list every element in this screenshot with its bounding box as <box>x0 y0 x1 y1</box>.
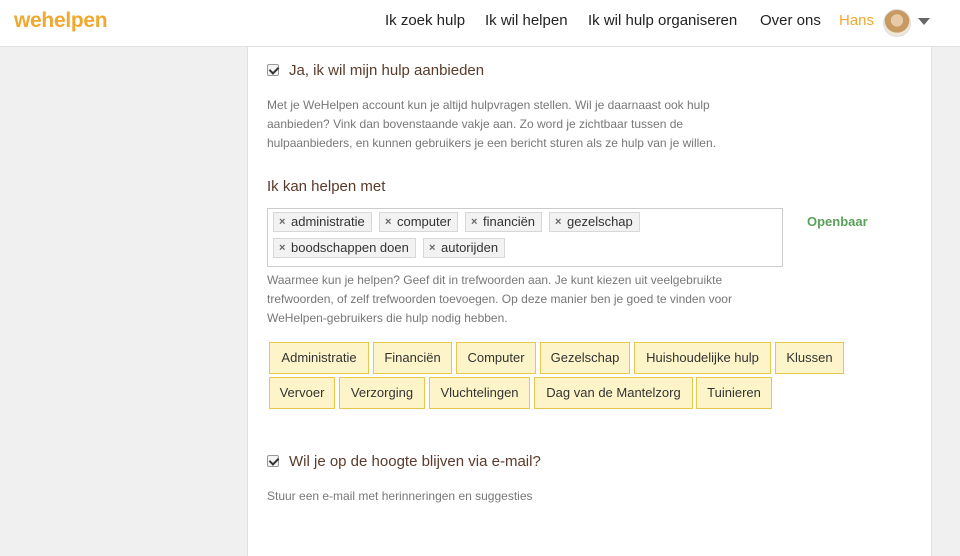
tag-autorijden: × autorijden <box>423 238 506 258</box>
tag-computer: × computer <box>379 212 459 232</box>
remove-tag-icon[interactable]: × <box>429 239 435 257</box>
nav-over-ons[interactable]: Over ons <box>760 12 821 29</box>
tag-administratie: × administratie <box>273 212 372 232</box>
user-name-link[interactable]: Hans <box>839 12 874 29</box>
nav-ik-zoek-hulp[interactable]: Ik zoek hulp <box>385 12 465 29</box>
remove-tag-icon[interactable]: × <box>385 213 391 231</box>
suggestion-vluchtelingen[interactable]: Vluchtelingen <box>429 377 530 409</box>
offer-help-description: Met je WeHelpen account kun je altijd hu… <box>267 98 716 150</box>
main-nav: Ik zoek hulp Ik wil helpen Ik wil hulp o… <box>0 12 960 34</box>
remove-tag-icon[interactable]: × <box>279 213 285 231</box>
offer-help-label[interactable]: Ja, ik wil mijn hulp aanbieden <box>289 62 484 79</box>
nav-ik-wil-hulp-organiseren[interactable]: Ik wil hulp organiseren <box>588 12 737 29</box>
suggestion-vervoer[interactable]: Vervoer <box>269 377 335 409</box>
top-navigation-bar: wehelpen Ik zoek hulp Ik wil helpen Ik w… <box>0 0 960 47</box>
email-updates-label[interactable]: Wil je op de hoogte blijven via e-mail? <box>289 453 541 470</box>
suggestion-dag-van-de-mantelzorg[interactable]: Dag van de Mantelzorg <box>534 377 693 409</box>
suggestion-gezelschap[interactable]: Gezelschap <box>540 342 630 374</box>
suggestion-financien[interactable]: Financiën <box>373 342 452 374</box>
nav-ik-wil-helpen[interactable]: Ik wil helpen <box>485 12 568 29</box>
remove-tag-icon[interactable]: × <box>471 213 477 231</box>
avatar[interactable] <box>883 9 911 37</box>
tag-gezelschap: × gezelschap <box>549 212 640 232</box>
remove-tag-icon[interactable]: × <box>555 213 561 231</box>
tag-boodschappen-doen: × boodschappen doen <box>273 238 416 258</box>
offer-help-checkbox[interactable] <box>267 64 279 76</box>
suggestion-administratie[interactable]: Administratie <box>269 342 369 374</box>
email-updates-checkbox[interactable] <box>267 455 279 467</box>
suggestion-verzorging[interactable]: Verzorging <box>339 377 425 409</box>
tag-financien: × financiën <box>465 212 543 232</box>
suggestion-huishoudelijke-hulp[interactable]: Huishoudelijke hulp <box>634 342 771 374</box>
suggestion-tuinieren[interactable]: Tuinieren <box>696 377 772 409</box>
skills-title: Ik kan helpen met <box>267 178 386 195</box>
chevron-down-icon[interactable] <box>918 18 930 25</box>
visibility-toggle[interactable]: Openbaar <box>807 214 868 229</box>
email-updates-description: Stuur een e-mail met herinneringen en su… <box>267 489 533 503</box>
suggestion-klussen[interactable]: Klussen <box>775 342 844 374</box>
skills-description: Waarmee kun je helpen? Geef dit in trefw… <box>267 273 732 325</box>
suggestion-computer[interactable]: Computer <box>456 342 536 374</box>
remove-tag-icon[interactable]: × <box>279 239 285 257</box>
